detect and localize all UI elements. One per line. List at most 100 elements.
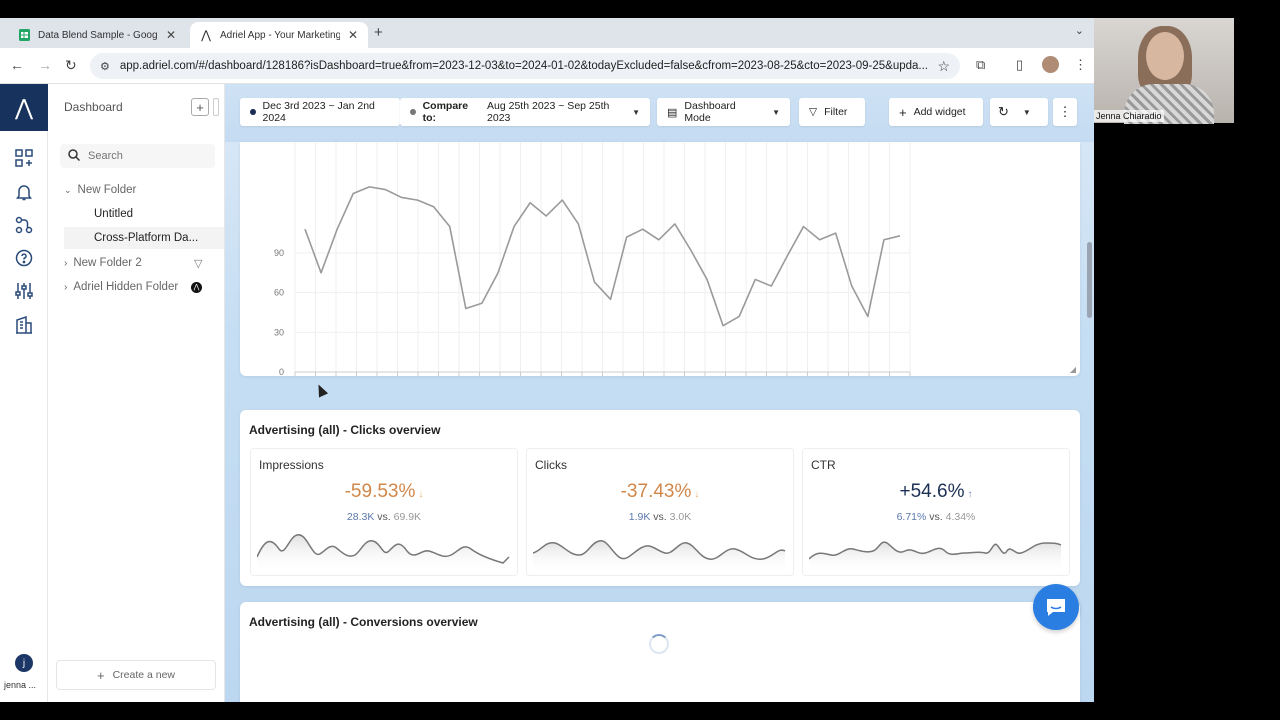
- chevron-down-icon: ⌄: [64, 184, 72, 195]
- person-face: [1146, 32, 1184, 80]
- tab-data-blend[interactable]: Data Blend Sample - Google ✕: [8, 22, 186, 48]
- search-icon: [68, 148, 81, 164]
- dashboard-item-untitled[interactable]: Untitled: [64, 203, 219, 225]
- dashboard-item-cross-platform[interactable]: Cross-Platform Da...: [64, 227, 224, 249]
- close-icon[interactable]: ✕: [166, 28, 176, 42]
- profile-avatar[interactable]: [1042, 56, 1059, 73]
- more-vertical-icon[interactable]: ⋮: [1074, 57, 1087, 73]
- browser-toolbar: ← → ↻ ⚙ app.adriel.com/#/dashboard/12818…: [0, 48, 1094, 84]
- add-widget-button[interactable]: + Add widget: [889, 98, 983, 126]
- metric-change: -37.43% ↓: [527, 481, 793, 503]
- url-text: app.adriel.com/#/dashboard/128186?isDash…: [119, 60, 928, 72]
- chevron-down-icon[interactable]: ⌄: [1075, 24, 1084, 37]
- compare-dot-icon: [410, 109, 416, 115]
- extensions-icon[interactable]: ⧉: [976, 57, 985, 73]
- sidebar-resize-handle[interactable]: [213, 98, 219, 116]
- line-chart: 03060902023 Dec 032023 Dec 042023 Dec 05…: [267, 142, 915, 424]
- refresh-icon[interactable]: ↻: [998, 104, 1009, 120]
- mode-label: Dashboard Mode: [684, 100, 736, 124]
- y-tick-label: 0: [279, 367, 284, 376]
- reload-icon[interactable]: ↻: [65, 57, 77, 74]
- user-name: jenna ...: [4, 680, 37, 690]
- metric-comparison: 6.71% vs. 4.34%: [803, 511, 1069, 523]
- help-icon[interactable]: [14, 248, 34, 268]
- tab-title: Data Blend Sample - Google: [38, 29, 158, 41]
- y-tick-label: 30: [274, 327, 284, 337]
- chat-icon: [1047, 599, 1065, 616]
- metric-label: Impressions: [259, 458, 324, 472]
- arrow-down-icon: ↓: [418, 489, 424, 500]
- webcam-overlay: Jenna Chiaradio: [1094, 18, 1234, 124]
- forward-icon[interactable]: →: [38, 57, 52, 73]
- metric-card-clicks: Clicks -37.43% ↓ 1.9K vs. 3.0K: [526, 448, 794, 576]
- metric-card-ctr: CTR +54.6% ↑ 6.71% vs. 4.34%: [802, 448, 1070, 576]
- folder-new-folder[interactable]: ⌄ New Folder: [64, 179, 219, 201]
- search-input[interactable]: [88, 150, 198, 162]
- create-new-button[interactable]: + Create a new: [56, 660, 216, 690]
- metric-change-value: +54.6%: [899, 481, 965, 502]
- folder-label: New Folder: [77, 184, 137, 196]
- metric-card-impressions: Impressions -59.53% ↓ 28.3K vs. 69.9K: [250, 448, 518, 576]
- arrow-down-icon: ↓: [694, 489, 700, 500]
- add-widget-label: Add widget: [913, 106, 966, 118]
- filter-icon[interactable]: ▽: [194, 257, 202, 270]
- dashboard-toolbar: Dec 3rd 2023 ~ Jan 2nd 2024 Compare to: …: [225, 84, 1094, 142]
- integrations-icon[interactable]: [14, 215, 34, 235]
- plus-icon[interactable]: +: [374, 24, 383, 41]
- sidebar-icon[interactable]: ▯: [1016, 57, 1023, 73]
- sliders-icon[interactable]: [14, 281, 34, 301]
- browser-window: Data Blend Sample - Google ✕ ⋀ Adriel Ap…: [0, 18, 1094, 702]
- compare-range-text: Aug 25th 2023 ~ Sep 25th 2023: [487, 100, 610, 124]
- date-range-picker[interactable]: Dec 3rd 2023 ~ Jan 2nd 2024: [240, 98, 400, 126]
- tab-adriel[interactable]: ⋀ Adriel App - Your Marketing C ✕: [190, 22, 368, 48]
- compare-label: Compare to:: [422, 100, 469, 124]
- filter-button[interactable]: ▽ Filter: [799, 98, 865, 126]
- chat-support-button[interactable]: [1033, 584, 1079, 630]
- app: ⋀ j jenna ... Dashboard + ⌄: [0, 84, 1094, 702]
- folder-adriel-hidden[interactable]: › Adriel Hidden Folder ⋀: [64, 276, 219, 298]
- caret-down-icon: ▼: [632, 107, 640, 117]
- add-dashboard-button[interactable]: +: [191, 98, 209, 116]
- arrow-up-icon: ↑: [967, 489, 973, 500]
- sidebar-title: Dashboard: [64, 100, 123, 114]
- chevron-right-icon: ›: [64, 257, 68, 269]
- refresh-split-button[interactable]: ↻ ▼: [990, 98, 1048, 126]
- caret-down-icon[interactable]: ▼: [1023, 108, 1031, 117]
- filter-icon: ▽: [809, 106, 818, 118]
- dashboard-mode-icon: ▤: [667, 106, 678, 119]
- tab-title: Adriel App - Your Marketing C: [220, 29, 340, 41]
- building-icon[interactable]: [14, 315, 34, 335]
- plus-icon: +: [96, 667, 105, 683]
- more-options-button[interactable]: ⋮: [1053, 98, 1077, 126]
- metric-label: CTR: [811, 458, 836, 472]
- previous-value: 3.0K: [669, 511, 692, 523]
- dashboard-mode-dropdown[interactable]: ▤ Dashboard Mode ▼: [657, 98, 790, 126]
- address-bar[interactable]: ⚙ app.adriel.com/#/dashboard/128186?isDa…: [90, 53, 960, 79]
- sparkline: [809, 541, 1062, 573]
- current-value: 6.71%: [896, 511, 927, 523]
- resize-handle-icon[interactable]: ◢: [1070, 365, 1076, 374]
- sidebar-search[interactable]: [60, 144, 215, 168]
- close-icon[interactable]: ✕: [348, 28, 358, 42]
- sheets-icon: [18, 29, 30, 41]
- back-icon[interactable]: ←: [10, 57, 24, 73]
- loading-spinner: [649, 634, 669, 654]
- current-value: 1.9K: [628, 511, 651, 523]
- adriel-logo[interactable]: ⋀: [0, 84, 48, 131]
- y-tick-label: 60: [274, 288, 284, 298]
- compare-range-picker[interactable]: Compare to: Aug 25th 2023 ~ Sep 25th 202…: [400, 98, 650, 126]
- date-dot-icon: [250, 109, 256, 115]
- metric-change: -59.53% ↓: [251, 481, 517, 503]
- user-avatar[interactable]: j: [15, 654, 33, 672]
- site-settings-icon[interactable]: ⚙: [100, 60, 110, 73]
- star-icon[interactable]: ☆: [937, 58, 950, 75]
- scrollbar[interactable]: [1087, 242, 1092, 318]
- item-label: Untitled: [94, 208, 133, 220]
- vs-label: vs.: [377, 511, 391, 523]
- more-vertical-icon: ⋮: [1058, 104, 1072, 119]
- screen: Data Blend Sample - Google ✕ ⋀ Adriel Ap…: [0, 0, 1280, 720]
- item-label: Cross-Platform Da...: [94, 232, 199, 244]
- dashboard-icon[interactable]: [14, 148, 34, 168]
- folder-new-folder-2[interactable]: › New Folder 2 ▽: [64, 252, 219, 274]
- bell-icon[interactable]: [14, 182, 34, 202]
